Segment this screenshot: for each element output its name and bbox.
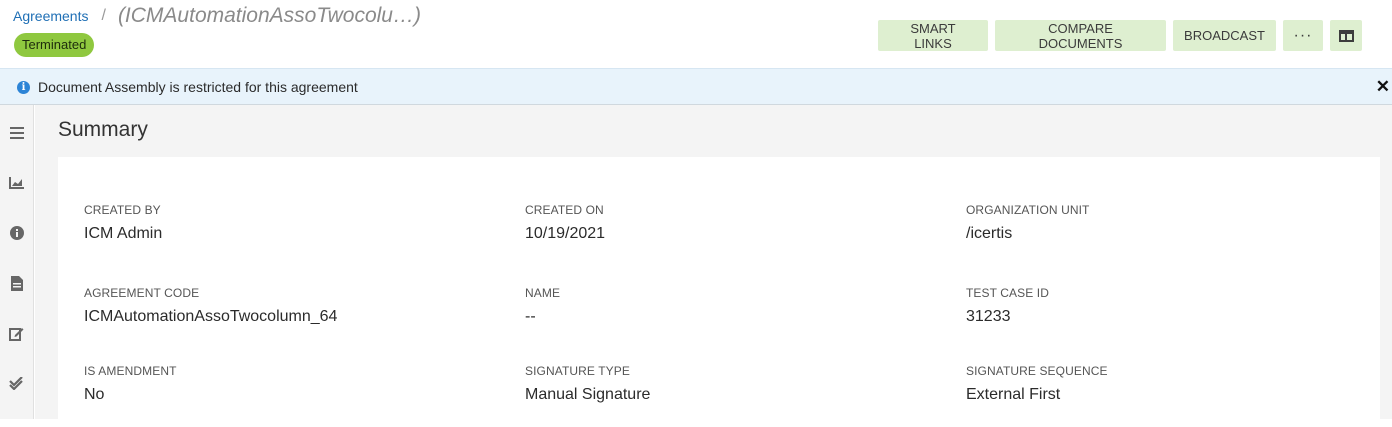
- field-test-case-id: TEST CASE ID 31233: [966, 286, 1386, 326]
- field-value: 31233: [966, 308, 1011, 325]
- field-signature-sequence: SIGNATURE SEQUENCE External First: [966, 364, 1386, 404]
- close-icon[interactable]: ✕: [1376, 77, 1390, 97]
- side-navigation: [0, 105, 34, 419]
- field-label: CREATED ON: [525, 203, 604, 217]
- double-check-icon[interactable]: [0, 368, 33, 398]
- field-label: CREATED BY: [84, 203, 161, 217]
- field-label: IS AMENDMENT: [84, 364, 177, 378]
- split-view-icon: [1338, 29, 1354, 42]
- more-actions-button[interactable]: ···: [1283, 20, 1323, 51]
- smart-links-button[interactable]: SMART LINKS: [878, 20, 988, 51]
- main-content: Summary CREATED BY ICM Admin CREATED ON …: [35, 105, 1392, 427]
- broadcast-button[interactable]: BROADCAST: [1173, 20, 1276, 51]
- field-organization-unit: ORGANIZATION UNIT /icertis: [966, 203, 1386, 243]
- field-value: 10/19/2021: [525, 225, 606, 242]
- split-view-button[interactable]: [1330, 20, 1362, 51]
- field-label: NAME: [525, 286, 561, 300]
- breadcrumb-separator: /: [101, 7, 106, 24]
- field-label: TEST CASE ID: [966, 286, 1049, 300]
- field-created-by: CREATED BY ICM Admin: [84, 203, 504, 243]
- banner-message: Document Assembly is restricted for this…: [38, 79, 358, 95]
- info-icon[interactable]: [0, 218, 33, 248]
- field-signature-type: SIGNATURE TYPE Manual Signature: [525, 364, 945, 404]
- field-value: --: [525, 308, 536, 325]
- field-label: ORGANIZATION UNIT: [966, 203, 1090, 217]
- field-label: AGREEMENT CODE: [84, 286, 200, 300]
- field-label: SIGNATURE SEQUENCE: [966, 364, 1108, 378]
- field-value: Manual Signature: [525, 386, 651, 403]
- page-header: Agreements / (ICMAutomationAssoTwocolu…)…: [0, 0, 1392, 68]
- field-agreement-code: AGREEMENT CODE ICMAutomationAssoTwocolum…: [84, 286, 504, 326]
- field-name: NAME --: [525, 286, 945, 326]
- field-created-on: CREATED ON 10/19/2021: [525, 203, 945, 243]
- info-icon: i: [17, 81, 30, 94]
- section-title: Summary: [58, 118, 148, 141]
- field-value: /icertis: [966, 225, 1013, 242]
- field-value: No: [84, 386, 105, 403]
- edit-icon[interactable]: [0, 318, 33, 348]
- document-icon[interactable]: [0, 268, 33, 298]
- chart-icon[interactable]: [0, 168, 33, 198]
- status-badge: Terminated: [14, 33, 95, 57]
- action-toolbar: SMART LINKS COMPARE DOCUMENTS BROADCAST …: [878, 20, 1392, 51]
- field-is-amendment: IS AMENDMENT No: [84, 364, 504, 404]
- field-label: SIGNATURE TYPE: [525, 364, 630, 378]
- breadcrumb-agreements-link[interactable]: Agreements: [13, 8, 88, 24]
- summary-card: CREATED BY ICM Admin CREATED ON 10/19/20…: [58, 157, 1380, 427]
- breadcrumb: Agreements / (ICMAutomationAssoTwocolu…): [13, 3, 421, 29]
- field-value: ICMAutomationAssoTwocolumn_64: [84, 308, 338, 325]
- agreement-title: (ICMAutomationAssoTwocolu…): [117, 4, 421, 27]
- info-banner: i Document Assembly is restricted for th…: [0, 68, 1392, 105]
- field-value: ICM Admin: [84, 225, 163, 242]
- menu-icon[interactable]: [0, 118, 33, 148]
- compare-documents-button[interactable]: COMPARE DOCUMENTS: [995, 20, 1166, 51]
- field-value: External First: [966, 386, 1061, 403]
